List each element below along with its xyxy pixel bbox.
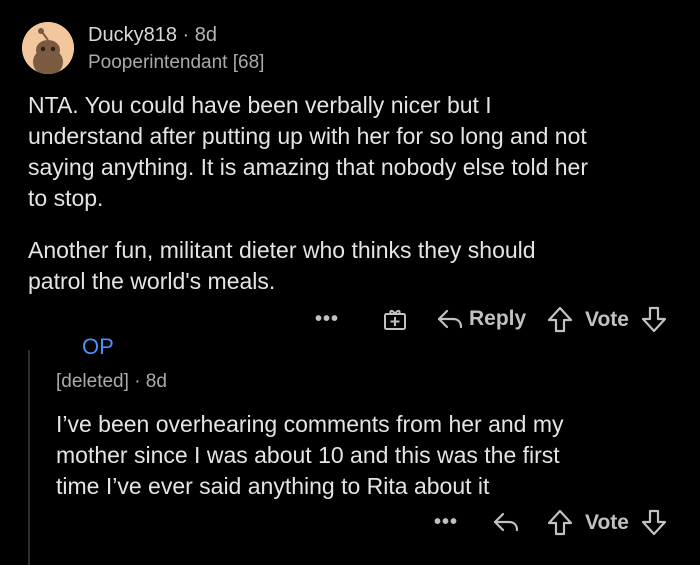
avatar[interactable]: [22, 22, 74, 74]
username[interactable]: Ducky818: [88, 24, 177, 46]
upvote-icon[interactable]: [547, 509, 573, 536]
reply-author: [deleted] · 8d: [56, 371, 167, 393]
comment-body-line: saying anything. It is amazing that nobo…: [28, 154, 589, 180]
vote-group: Vote: [547, 306, 667, 333]
comment-body-line: understand after putting up with her for…: [28, 123, 587, 149]
downvote-icon[interactable]: [641, 306, 667, 333]
upvote-icon[interactable]: [547, 306, 573, 333]
give-award-button[interactable]: [382, 306, 408, 332]
comment-author[interactable]: Ducky818 · 8d: [88, 24, 217, 47]
gift-icon: [384, 310, 406, 330]
downvote-icon[interactable]: [641, 509, 667, 536]
reply-arrow-icon: [493, 512, 519, 532]
comment-body-line: patrol the world's meals.: [28, 268, 276, 294]
comment-age: 8d: [145, 371, 167, 392]
reply-button[interactable]: [492, 509, 520, 535]
comment-body-line: to stop.: [28, 185, 104, 211]
reply-label[interactable]: Reply: [469, 307, 526, 331]
user-flair: Pooperintendant [68]: [88, 52, 265, 73]
comment-body-line: NTA. You could have been verbally nicer …: [28, 92, 492, 118]
reply-body-line: I’ve been overhearing comments from her …: [56, 411, 564, 437]
separator-dot: ·: [134, 371, 141, 392]
vote-group: Vote: [547, 509, 667, 536]
op-badge: OP: [82, 334, 114, 359]
separator-dot: ·: [182, 24, 190, 46]
comment-body-line: Another fun, militant dieter who thinks …: [28, 237, 536, 263]
avatar-snoo-icon: [22, 22, 74, 74]
reply-arrow-icon: [437, 309, 463, 329]
more-options-button[interactable]: •••: [315, 308, 339, 331]
vote-label: Vote: [585, 307, 629, 331]
comment-age: 8d: [194, 24, 217, 46]
reply-button[interactable]: Reply: [436, 306, 526, 332]
vote-label: Vote: [585, 510, 629, 534]
thread-line[interactable]: [28, 350, 30, 565]
username: [deleted]: [56, 371, 129, 392]
reply-body-line: mother since I was about 10 and this was…: [56, 442, 560, 468]
more-options-button[interactable]: •••: [434, 511, 458, 534]
reply-body-line: time I’ve ever said anything to Rita abo…: [56, 473, 490, 499]
